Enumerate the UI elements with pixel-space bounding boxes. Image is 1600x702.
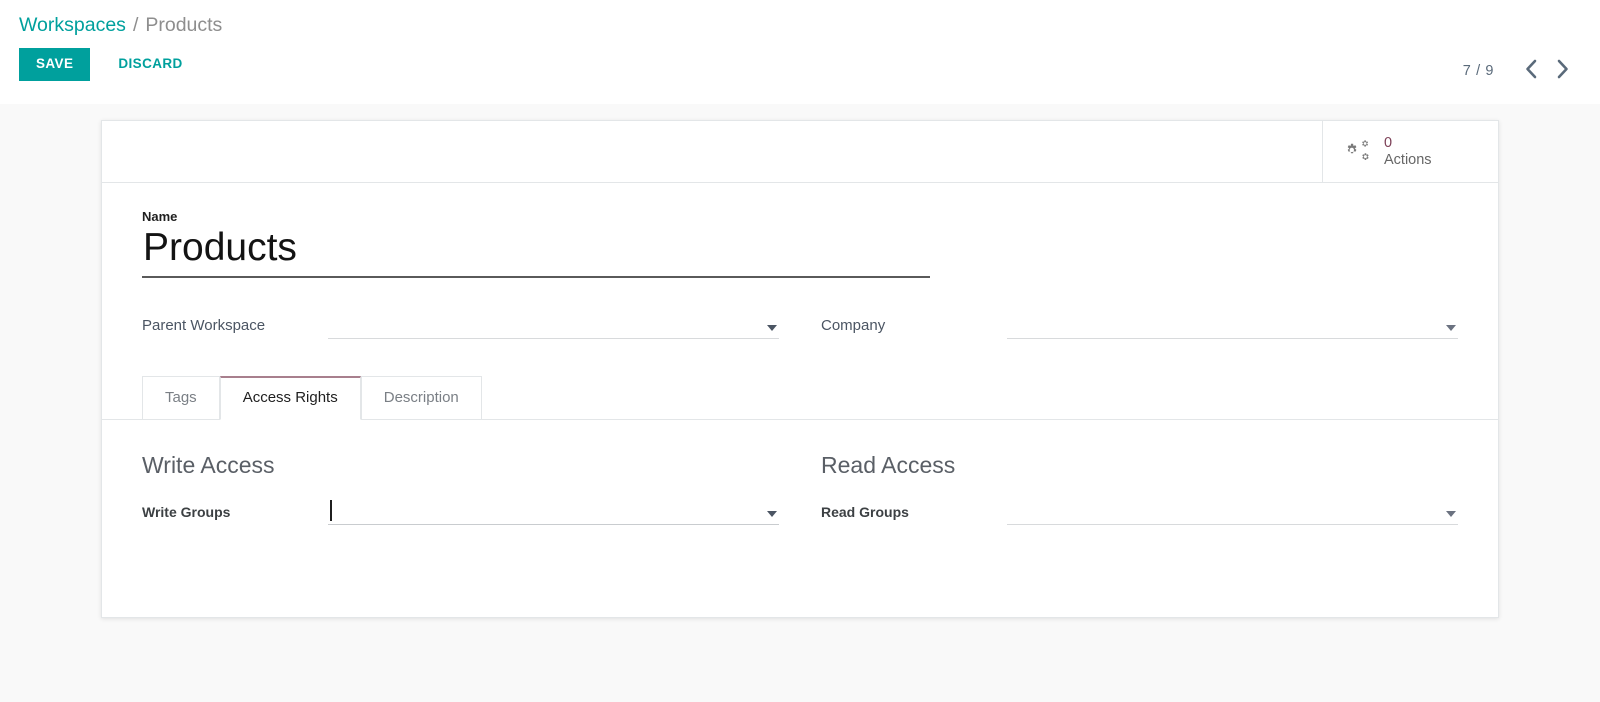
company-select[interactable]: [1007, 312, 1458, 339]
actions-stat-button[interactable]: 0 Actions: [1322, 121, 1498, 182]
notebook-tabs-inner: Tags Access Rights Description: [142, 375, 482, 420]
write-access-group: Write Access Write Groups: [142, 452, 779, 526]
parent-workspace-input[interactable]: [328, 315, 779, 335]
parent-workspace-select[interactable]: [328, 312, 779, 339]
tab-description[interactable]: Description: [360, 375, 482, 420]
write-groups-select[interactable]: [328, 498, 779, 526]
tab-access-rights[interactable]: Access Rights: [219, 375, 361, 420]
write-access-title: Write Access: [142, 451, 275, 478]
form-body: Name Parent Workspace Company: [102, 183, 1498, 599]
actions-stat-text: 0 Actions: [1384, 135, 1432, 168]
chevron-right-icon: [1555, 58, 1570, 83]
write-groups-label: Write Groups: [142, 504, 231, 521]
chevron-left-icon: [1524, 58, 1539, 83]
read-groups-field-group: Read Groups: [821, 498, 1458, 526]
form-sheet-container: 0 Actions Name Parent Workspace: [0, 104, 1600, 618]
pager-next-button[interactable]: [1547, 58, 1578, 83]
parent-company-row: Parent Workspace Company: [142, 312, 1458, 339]
form-action-buttons: SAVE DISCARD: [0, 37, 1600, 81]
read-groups-select[interactable]: [1007, 498, 1458, 526]
name-input[interactable]: [142, 226, 930, 278]
read-access-group: Read Access Read Groups: [821, 452, 1458, 526]
tab-tags[interactable]: Tags: [142, 375, 220, 420]
read-groups-label: Read Groups: [821, 504, 909, 521]
name-field-group: Name: [142, 209, 1458, 278]
parent-workspace-field-group: Parent Workspace: [142, 312, 779, 339]
pager-counter: 7 / 9: [1462, 62, 1494, 79]
read-groups-input[interactable]: [1007, 501, 1458, 521]
company-label: Company: [821, 316, 886, 334]
actions-stat-value: 0: [1384, 134, 1393, 151]
notebook-tabs: Tags Access Rights Description: [102, 375, 1498, 420]
control-panel: Workspaces / Products SAVE DISCARD 7 / 9: [0, 0, 1600, 104]
read-access-title: Read Access: [821, 451, 956, 478]
discard-button[interactable]: DISCARD: [102, 48, 198, 81]
write-groups-field-group: Write Groups: [142, 498, 779, 526]
actions-stat-label: Actions: [1384, 151, 1432, 168]
pager-previous-button[interactable]: [1516, 58, 1547, 83]
notebook: Tags Access Rights Description Write Acc…: [102, 375, 1498, 526]
cogs-icon: [1345, 139, 1373, 165]
pager: 7 / 9: [1463, 58, 1578, 83]
breadcrumb: Workspaces / Products: [0, 0, 1600, 37]
name-field-label: Name: [142, 209, 178, 224]
company-field-group: Company: [821, 312, 1458, 339]
save-button[interactable]: SAVE: [19, 48, 91, 81]
company-input[interactable]: [1007, 315, 1458, 335]
sheet-bottom-spacer: [142, 525, 1458, 599]
breadcrumb-separator: /: [132, 14, 139, 36]
breadcrumb-root-link[interactable]: Workspaces: [19, 14, 126, 37]
access-rights-pane: Write Access Write Groups Read Access Re…: [142, 420, 1458, 526]
parent-workspace-label: Parent Workspace: [142, 316, 266, 334]
text-cursor: [330, 500, 332, 522]
write-groups-input[interactable]: [328, 501, 779, 521]
breadcrumb-current: Products: [145, 14, 223, 36]
stat-button-box: 0 Actions: [102, 121, 1498, 183]
form-sheet: 0 Actions Name Parent Workspace: [101, 120, 1499, 618]
